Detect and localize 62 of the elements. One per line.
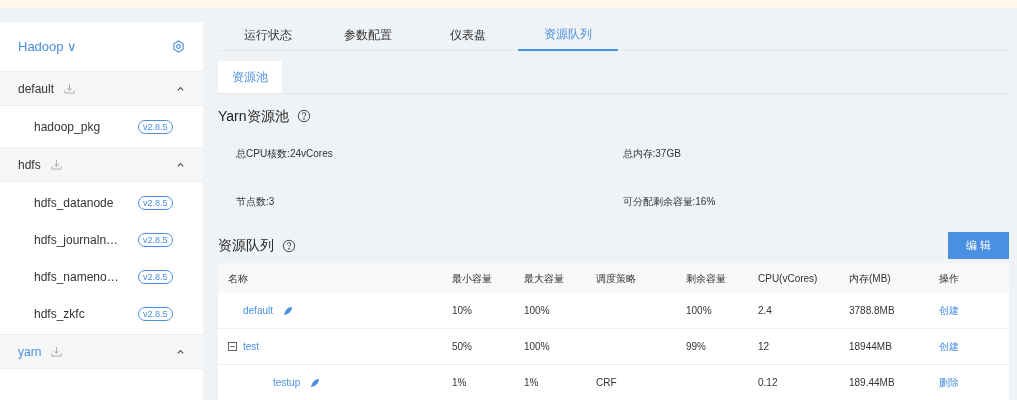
stat-text: 总CPU核数:24vCores xyxy=(236,147,334,160)
tab[interactable]: 仪表盘 xyxy=(418,18,518,51)
column-header: 内存(MB) xyxy=(849,271,892,286)
action-link[interactable]: 删除 xyxy=(939,375,1009,390)
help-icon[interactable] xyxy=(282,238,296,253)
service-item[interactable]: hdfs_datanode xyxy=(34,193,138,212)
settings-icon[interactable] xyxy=(172,40,185,53)
table-cell-text: 50% xyxy=(452,340,473,354)
stat-text: 节点数:3 xyxy=(236,195,276,208)
queue-name-link[interactable]: default xyxy=(243,303,274,318)
help-icon[interactable] xyxy=(296,109,311,123)
section-title: Yarn资源池 xyxy=(218,106,289,126)
table-cell-text: 2.4 xyxy=(758,304,773,318)
column-header: 调度策略 xyxy=(596,271,637,286)
table-cell-text: 100% xyxy=(686,304,713,318)
service-item[interactable]: hdfs_zkfc xyxy=(34,304,138,323)
group-name: default xyxy=(18,80,55,98)
section-title: 资源队列 xyxy=(218,236,274,255)
column-header: 名称 xyxy=(228,271,249,286)
table-cell-text: 0.12 xyxy=(758,376,779,390)
table-cell-text: 100% xyxy=(524,304,551,318)
edit-button[interactable]: 编 辑 xyxy=(948,232,1009,259)
table-cell-text: 3788.8MB xyxy=(849,304,896,318)
table-cell-text: 100% xyxy=(524,340,551,354)
table-cell-text: 99% xyxy=(686,340,707,354)
subtab[interactable]: 资源池 xyxy=(218,61,282,93)
service-item[interactable]: hdfs_nameno… xyxy=(34,267,138,286)
group-header[interactable]: hdfs xyxy=(0,148,203,182)
column-header: 操作 xyxy=(939,271,960,286)
stat-text: 可分配剩余容量:16% xyxy=(622,195,717,208)
column-header: 最大容量 xyxy=(524,271,565,286)
table-cell-text: 189.44MB xyxy=(849,376,896,390)
leaf-icon xyxy=(310,377,321,388)
column-header: CPU(vCores) xyxy=(758,271,819,286)
stat-text: 总内存:37GB xyxy=(622,147,682,160)
caret-icon[interactable] xyxy=(176,160,185,169)
tab[interactable]: 运行状态 xyxy=(218,18,318,51)
cluster-dropdown[interactable]: Hadoop ∨ xyxy=(18,36,78,57)
action-link[interactable]: 创建 xyxy=(939,303,1009,318)
collapse-icon[interactable] xyxy=(228,342,237,351)
caret-icon[interactable] xyxy=(176,84,185,93)
service-item[interactable]: hadoop_pkg xyxy=(34,117,138,136)
group-header[interactable]: yarn xyxy=(0,335,203,369)
group-name: hdfs xyxy=(18,156,41,174)
queue-name-link[interactable]: testup xyxy=(273,375,301,390)
caret-icon[interactable] xyxy=(176,347,185,356)
column-header: 最小容量 xyxy=(452,271,493,286)
table-cell-text: 18944MB xyxy=(849,340,893,354)
action-link[interactable]: 创建 xyxy=(939,339,1009,354)
queue-name-link[interactable]: test xyxy=(243,339,260,354)
group-name: yarn xyxy=(18,343,42,361)
table-cell-text: CRF xyxy=(596,376,618,390)
table-cell-text: 12 xyxy=(758,340,771,354)
table-cell-text: 1% xyxy=(452,376,468,390)
leaf-icon xyxy=(283,305,294,316)
table-cell-text: 1% xyxy=(524,376,540,390)
table-cell-text: 10% xyxy=(452,304,473,318)
tab[interactable]: 参数配置 xyxy=(318,18,418,51)
service-item[interactable]: hdfs_journaln… xyxy=(34,230,138,249)
group-header[interactable]: default xyxy=(0,72,203,106)
column-header: 剩余容量 xyxy=(686,271,727,286)
tab[interactable]: 资源队列 xyxy=(518,18,618,51)
